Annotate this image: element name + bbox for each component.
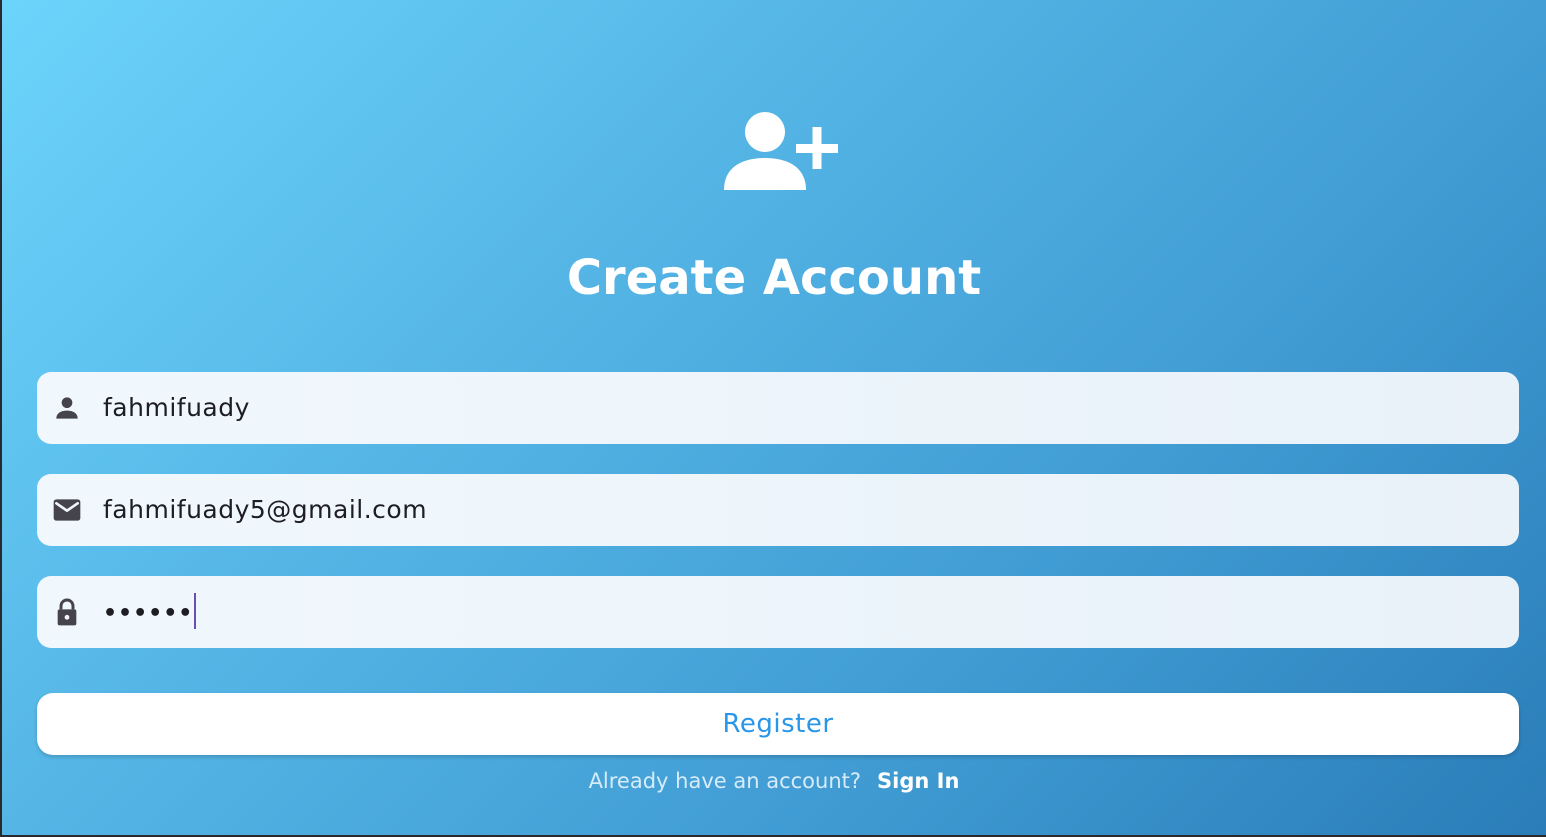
text-caret: [194, 593, 197, 629]
username-input[interactable]: fahmifuady: [103, 372, 250, 444]
register-button[interactable]: Register: [37, 693, 1519, 755]
person-icon: [56, 397, 78, 419]
mail-icon: [53, 499, 81, 521]
password-input[interactable]: ••••••: [103, 576, 197, 648]
page-title: Create Account: [566, 250, 982, 306]
password-dots: ••••••: [103, 601, 194, 626]
username-field[interactable]: fahmifuady: [37, 372, 1519, 444]
email-input[interactable]: fahmifuady5@gmail.com: [103, 474, 427, 546]
register-screen: Create Account fahmifuady fahmifuady5@gm…: [2, 0, 1546, 835]
sign-in-link[interactable]: Sign In: [877, 769, 959, 793]
password-field[interactable]: ••••••: [37, 576, 1519, 648]
person-add-icon: [724, 112, 838, 190]
sign-in-prompt: Already have an account? Sign In: [2, 764, 1546, 798]
lock-icon: [57, 598, 77, 626]
already-have-account-text: Already have an account?: [588, 769, 862, 793]
email-field[interactable]: fahmifuady5@gmail.com: [37, 474, 1519, 546]
